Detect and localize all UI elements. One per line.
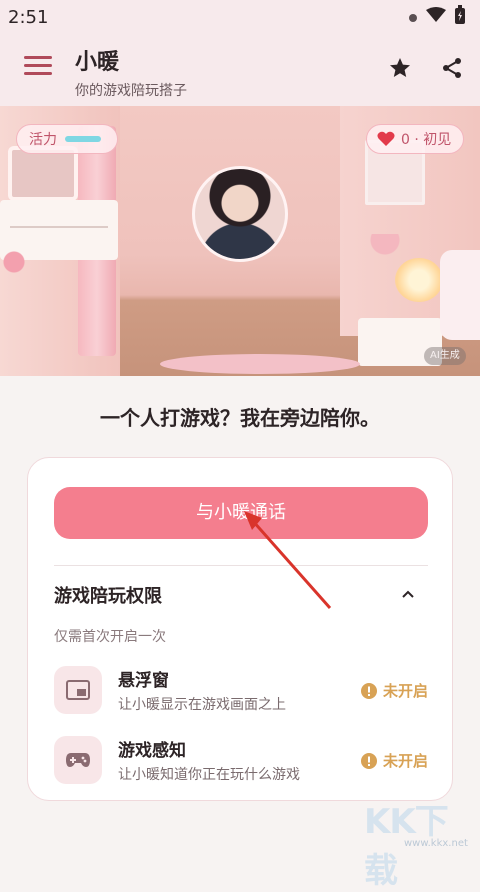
- permission-row-game-awareness[interactable]: 游戏感知 让小暖知道你正在玩什么游戏 未开启: [54, 736, 428, 786]
- energy-pill: 活力: [16, 124, 118, 154]
- warning-icon: [360, 752, 377, 769]
- chevron-up-icon: [402, 590, 414, 598]
- divider: [54, 565, 428, 566]
- battery-icon: [454, 5, 466, 29]
- collapse-toggle[interactable]: [401, 584, 415, 603]
- hero-scene: 活力 0 · 初见 AI生成: [0, 106, 480, 376]
- permission-name: 悬浮窗: [118, 671, 169, 691]
- tagline: 一个人打游戏？我在旁边陪你。: [100, 406, 380, 430]
- call-button[interactable]: 与小暖通话: [54, 487, 428, 539]
- hero-vase: [360, 234, 410, 264]
- permission-card: 与小暖通话 游戏陪玩权限 仅需首次开启一次 悬浮窗 让小暖显示在游戏画面之上 未…: [27, 457, 453, 801]
- notification-dot-icon: [408, 8, 418, 27]
- permission-status: 未开启: [360, 680, 428, 701]
- menu-icon: [24, 56, 52, 59]
- character-avatar[interactable]: [192, 166, 288, 262]
- permission-status: 未开启: [360, 750, 428, 771]
- floating-window-icon: [66, 680, 90, 700]
- app-bar: 小暖 你的游戏陪玩搭子: [0, 34, 480, 106]
- favorite-button[interactable]: [388, 56, 412, 84]
- ai-generated-badge: AI生成: [424, 347, 466, 365]
- permission-status-text: 未开启: [382, 752, 428, 770]
- permission-desc: 让小暖知道你正在玩什么游戏: [118, 767, 300, 783]
- affection-text: 0 · 初见: [401, 132, 452, 148]
- permission-desc: 让小暖显示在游戏画面之上: [118, 697, 286, 713]
- app-title: 小暖: [75, 50, 120, 75]
- permission-row-floating-window[interactable]: 悬浮窗 让小暖显示在游戏画面之上 未开启: [54, 666, 428, 716]
- hero-flowers: [0, 246, 28, 286]
- watermark-url: www.kkx.net: [404, 838, 468, 849]
- share-icon: [443, 58, 461, 78]
- wifi-icon: [426, 7, 446, 27]
- menu-button[interactable]: [24, 56, 52, 80]
- energy-bar: [65, 136, 101, 142]
- hero-bed: [440, 250, 480, 340]
- energy-label: 活力: [29, 132, 57, 148]
- permissions-title: 游戏陪玩权限: [54, 586, 162, 607]
- status-bar: 2:51: [0, 0, 480, 34]
- permissions-note: 仅需首次开启一次: [54, 629, 166, 645]
- watermark: KK下载 www.kkx.net: [360, 790, 480, 891]
- star-icon: [390, 58, 410, 77]
- permission-icon-box: [54, 736, 102, 784]
- status-icons: [408, 5, 466, 29]
- title-block: 小暖 你的游戏陪玩搭子: [75, 44, 187, 100]
- affection-pill: 0 · 初见: [366, 124, 464, 154]
- gamepad-icon: [66, 753, 90, 767]
- share-button[interactable]: [440, 56, 464, 84]
- heart-icon: [377, 131, 395, 146]
- hero-mirror: [8, 146, 78, 201]
- permission-icon-box: [54, 666, 102, 714]
- permission-status-text: 未开启: [382, 682, 428, 700]
- app-subtitle: 你的游戏陪玩搭子: [75, 83, 187, 99]
- hero-lamp: [395, 258, 443, 302]
- status-time: 2:51: [8, 6, 49, 28]
- permission-name: 游戏感知: [118, 741, 186, 761]
- warning-icon: [360, 682, 377, 699]
- hero-rug: [160, 354, 360, 374]
